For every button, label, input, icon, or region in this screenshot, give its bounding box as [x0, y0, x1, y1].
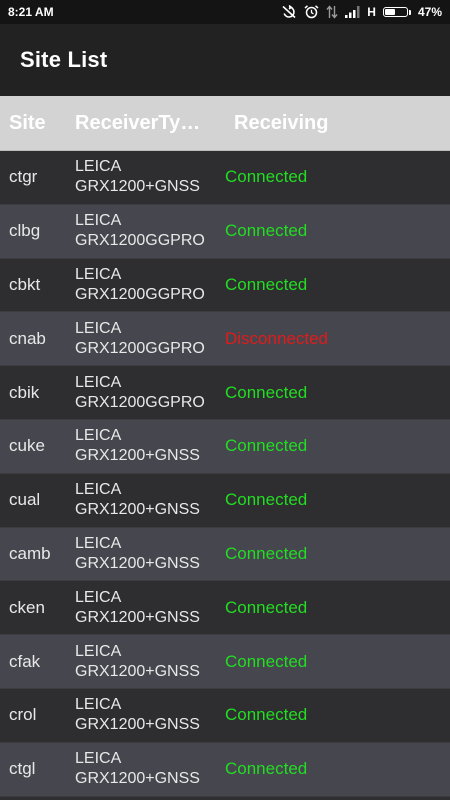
header-receiving[interactable]: Receiving [225, 112, 450, 135]
app-bar: Site List [0, 24, 450, 96]
battery-tip [408, 9, 411, 15]
receiver-model: GRX1200GGPRO [75, 285, 205, 303]
receiver-model: GRX1200+GNSS [75, 662, 200, 680]
receiver-type-cell: LEICA GRX1200GGPRO [75, 211, 225, 251]
receiving-status-cell: Connected [225, 167, 308, 187]
receiver-model: GRX1200+GNSS [75, 716, 200, 734]
site-name-cell: cnab [9, 328, 46, 348]
page-title: Site List [20, 47, 108, 72]
header-receiver-type[interactable]: ReceiverTy… [75, 112, 207, 135]
receiver-brand: LEICA [75, 319, 122, 337]
table-row[interactable]: camb LEICA GRX1200+GNSS Connected [0, 527, 450, 582]
site-name-cell: cbkt [9, 274, 41, 294]
battery-icon [382, 7, 411, 17]
screen: 8:21 AM H 47% Site List Site ReceiverTy…… [0, 0, 450, 800]
site-name-cell: cfak [9, 651, 41, 671]
network-type-label: H [367, 5, 376, 19]
receiving-status-cell: Connected [225, 759, 308, 779]
table-row[interactable]: ctgr LEICA GRX1200+GNSS Connected [0, 151, 450, 205]
receiver-type-cell: LEICA GRX1200GGPRO [75, 265, 225, 305]
receiver-model: GRX1200+GNSS [75, 608, 200, 626]
receiver-brand: LEICA [75, 373, 122, 391]
receiving-status-cell: Connected [225, 436, 308, 456]
site-name-cell: clbg [9, 221, 41, 241]
receiver-type-cell: LEICA GRX1200GGPRO [75, 319, 225, 359]
receiver-brand: LEICA [75, 696, 122, 714]
receiving-status-cell: Connected [225, 221, 308, 241]
table-row[interactable]: crol LEICA GRX1200+GNSS Connected [0, 688, 450, 743]
receiving-status-cell: Connected [225, 274, 308, 294]
receiver-model: GRX1200GGPRO [75, 393, 205, 411]
receiver-type-cell: LEICA GRX1200GGPRO [75, 373, 225, 413]
site-name-cell: cual [9, 490, 41, 510]
receiver-brand: LEICA [75, 212, 122, 230]
receiver-model: GRX1200+GNSS [75, 501, 200, 519]
receiving-status-cell: Connected [225, 705, 308, 725]
sync-off-icon [281, 5, 297, 19]
table-row[interactable]: cual LEICA GRX1200+GNSS Connected [0, 473, 450, 528]
table-row[interactable]: cfak LEICA GRX1200+GNSS Connected [0, 635, 450, 689]
battery-fill [384, 9, 395, 15]
receiver-brand: LEICA [75, 265, 122, 283]
site-name-cell: ctgr [9, 167, 38, 187]
site-name-cell: cbik [9, 382, 40, 402]
receiver-type-cell: LEICA GRX1200+GNSS [75, 534, 225, 574]
header-site[interactable]: Site [0, 112, 75, 135]
receiver-type-cell: LEICA GRX1200+GNSS [75, 642, 225, 682]
table-row[interactable]: ctgl LEICA GRX1200+GNSS Connected [0, 742, 450, 797]
receiving-status-cell: Connected [225, 597, 308, 617]
receiving-status-cell: Connected [225, 382, 308, 402]
receiver-type-cell: LEICA GRX1200+GNSS [75, 695, 225, 735]
receiver-brand: LEICA [75, 750, 122, 768]
alarm-icon [304, 5, 319, 19]
data-arrows-icon [326, 5, 338, 19]
receiver-type-cell: LEICA GRX1200+GNSS [75, 157, 225, 197]
table-row[interactable]: cuke LEICA GRX1200+GNSS Connected [0, 419, 450, 474]
receiver-brand: LEICA [75, 427, 122, 445]
site-name-cell: cuke [9, 436, 45, 456]
site-list: ctgr LEICA GRX1200+GNSS Connected clbg LEICA G… [0, 151, 450, 797]
table-row[interactable]: clbg LEICA GRX1200GGPRO Connected [0, 204, 450, 259]
table-header: Site ReceiverTy… Receiving [0, 96, 450, 151]
status-bar: 8:21 AM H 47% [0, 0, 450, 24]
table-row[interactable]: cbkt LEICA GRX1200GGPRO Connected [0, 258, 450, 313]
signal-icon [345, 6, 360, 18]
receiver-model: GRX1200+GNSS [75, 554, 200, 572]
receiver-model: GRX1200+GNSS [75, 770, 200, 788]
receiver-brand: LEICA [75, 642, 122, 660]
battery-body [382, 7, 408, 17]
receiver-brand: LEICA [75, 158, 122, 176]
receiving-status-cell: Connected [225, 651, 308, 671]
receiver-model: GRX1200+GNSS [75, 178, 200, 196]
receiver-model: GRX1200GGPRO [75, 339, 205, 357]
receiver-brand: LEICA [75, 534, 122, 552]
receiver-model: GRX1200+GNSS [75, 447, 200, 465]
table-row[interactable]: cnab LEICA GRX1200GGPRO Disconnected [0, 312, 450, 367]
receiver-type-cell: LEICA GRX1200+GNSS [75, 480, 225, 520]
battery-percent: 47% [417, 5, 442, 19]
table-row[interactable]: cbik LEICA GRX1200GGPRO Connected [0, 366, 450, 420]
receiver-model: GRX1200GGPRO [75, 232, 205, 250]
receiver-brand: LEICA [75, 588, 122, 606]
receiving-status-cell: Disconnected [225, 328, 329, 348]
site-name-cell: camb [9, 543, 51, 563]
receiver-type-cell: LEICA GRX1200+GNSS [75, 426, 225, 466]
status-icons: H 47% [281, 5, 442, 19]
site-name-cell: cken [9, 597, 45, 617]
receiving-status-cell: Connected [225, 543, 308, 563]
receiver-type-cell: LEICA GRX1200+GNSS [75, 749, 225, 789]
receiver-type-cell: LEICA GRX1200+GNSS [75, 588, 225, 628]
status-time: 8:21 AM [8, 5, 54, 19]
table-row[interactable]: cken LEICA GRX1200+GNSS Connected [0, 581, 450, 636]
site-name-cell: ctgl [9, 759, 36, 779]
receiving-status-cell: Connected [225, 490, 308, 510]
receiver-brand: LEICA [75, 481, 122, 499]
site-name-cell: crol [9, 705, 37, 725]
